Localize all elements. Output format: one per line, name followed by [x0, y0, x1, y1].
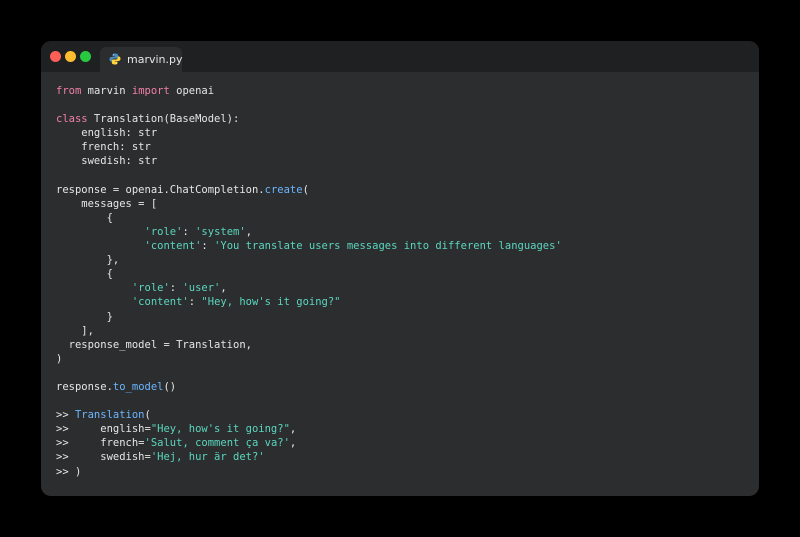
code-token: "Hey, how's it going?": [150, 423, 290, 436]
code-line: >> swedish='Hej, hur är det?': [56, 450, 562, 464]
code-line: swedish: str: [56, 154, 562, 168]
code-token: 'You translate users messages into diffe…: [214, 240, 562, 253]
code-token: response_model = Translation,: [56, 338, 252, 351]
code-line: ​: [56, 169, 562, 183]
code-token: from: [56, 85, 82, 97]
code-token: >> french=: [56, 437, 145, 450]
code-token: french: str: [56, 141, 151, 154]
title-bar: marvin.py: [41, 41, 759, 72]
code-token: to_model: [112, 380, 164, 393]
code-line: {: [56, 267, 562, 281]
code-line: 'content': 'You translate users messages…: [56, 239, 562, 253]
code-line: 'content': "Hey, how's it going?": [56, 295, 562, 309]
code-token: (: [144, 409, 151, 422]
tab-label: marvin.py: [127, 53, 183, 66]
code-token: 'role': [144, 225, 183, 238]
code-line: 'role': 'user',: [56, 281, 562, 295]
code-token: (: [302, 183, 309, 196]
code-token: >>: [56, 409, 75, 422]
close-window-button[interactable]: [50, 51, 61, 62]
code-line: >> ): [56, 465, 562, 479]
code-token: :: [201, 240, 215, 253]
code-token: response.: [56, 380, 113, 393]
code-token: 'content': [144, 240, 202, 253]
code-line: }: [56, 310, 562, 324]
code-token: {: [56, 268, 113, 281]
code-token: import: [131, 85, 170, 97]
code-line: english: str: [56, 126, 562, 140]
code-token: :: [169, 282, 183, 295]
code-line: >> Translation(: [56, 408, 562, 422]
code-line: ​: [56, 394, 562, 408]
minimize-window-button[interactable]: [65, 51, 76, 62]
code-token: {: [56, 211, 113, 224]
code-token: marvin: [81, 85, 132, 97]
code-token: ,: [289, 423, 297, 436]
code-line: response_model = Translation,: [56, 338, 562, 352]
code-line: 'role': 'system',: [56, 225, 562, 239]
code-token: ,: [220, 282, 227, 295]
code-token: (): [163, 380, 177, 393]
code-line: ],: [56, 324, 562, 338]
code-line: {: [56, 211, 562, 225]
code-line: from marvin import openai: [56, 84, 562, 98]
code-token: :: [188, 296, 202, 309]
code-token: 'Salut, comment ça va?': [144, 437, 290, 450]
code-line: french: str: [56, 140, 562, 154]
code-token: >> english=: [56, 423, 151, 436]
code-line: ​: [56, 366, 562, 380]
code-editor[interactable]: from marvin import openai​class Translat…: [56, 84, 562, 479]
code-line: response.to_model(): [56, 380, 562, 394]
code-token: >> swedish=: [56, 451, 151, 464]
code-token: swedish: str: [56, 155, 158, 168]
code-token: response = openai.ChatCompletion.: [56, 183, 265, 196]
code-line: response = openai.ChatCompletion.create(: [56, 183, 562, 197]
code-line: >> french='Salut, comment ça va?',: [56, 436, 562, 450]
code-token: 'content': [131, 296, 189, 309]
code-token: >> ): [56, 465, 82, 478]
code-line: ​: [56, 98, 562, 112]
code-token: 'user': [182, 282, 221, 295]
code-token: }: [56, 310, 113, 323]
code-token: openai: [169, 85, 215, 97]
code-token: "Hey, how's it going?": [201, 296, 341, 309]
python-icon: [109, 50, 121, 69]
code-token: 'system': [195, 225, 246, 238]
code-token: :: [182, 225, 196, 238]
code-token: Translation(BaseModel):: [87, 113, 240, 126]
tab-marvin-py[interactable]: marvin.py: [100, 47, 183, 72]
code-token: english: str: [56, 127, 158, 140]
code-token: create: [264, 183, 303, 196]
code-token: Translation: [74, 409, 145, 422]
code-line: ): [56, 352, 562, 366]
code-token: messages = [: [56, 197, 158, 210]
code-token: ],: [56, 324, 94, 337]
code-token: ): [56, 352, 63, 365]
code-token: 'role': [131, 282, 170, 295]
code-token: },: [56, 254, 120, 267]
code-line: messages = [: [56, 197, 562, 211]
code-line: class Translation(BaseModel):: [56, 112, 562, 126]
code-token: class: [56, 113, 88, 126]
code-token: ,: [245, 225, 253, 238]
code-line: },: [56, 253, 562, 267]
code-token: 'Hej, hur är det?': [150, 451, 265, 464]
code-line: >> english="Hey, how's it going?",: [56, 422, 562, 436]
code-token: ,: [289, 437, 297, 450]
maximize-window-button[interactable]: [80, 51, 91, 62]
code-window: marvin.py from marvin import openai​clas…: [41, 41, 759, 496]
